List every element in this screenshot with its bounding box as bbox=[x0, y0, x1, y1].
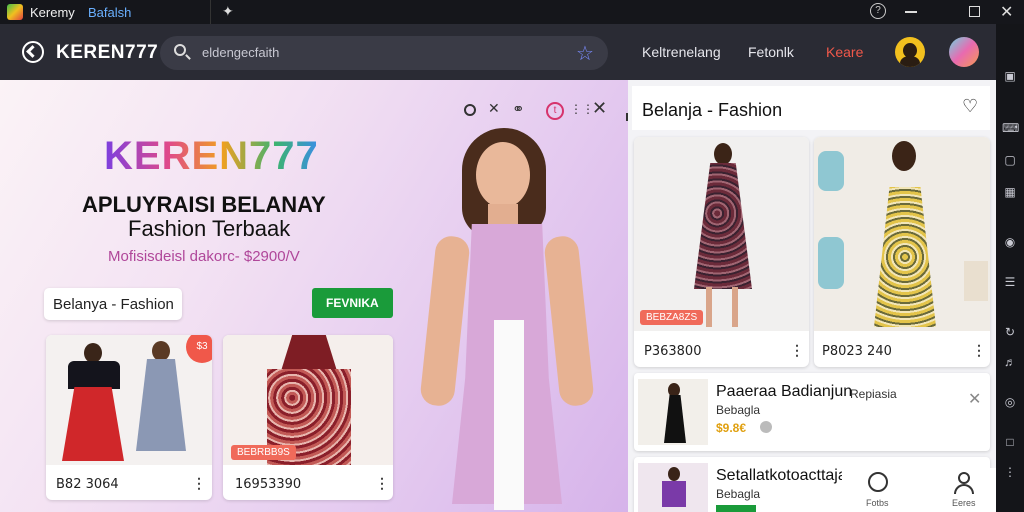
help-circle-icon[interactable]: ? bbox=[870, 3, 886, 19]
category-tag[interactable]: Belanya - Fashion bbox=[44, 288, 182, 320]
product-image bbox=[634, 137, 809, 331]
nav-link-1[interactable]: Keltrenelang bbox=[642, 44, 721, 60]
keyboard-icon[interactable]: ⌨ bbox=[1002, 120, 1019, 136]
minimize-icon[interactable] bbox=[905, 11, 917, 13]
more-options-icon[interactable]: ⋮ bbox=[790, 342, 804, 359]
profile-avatar-icon[interactable] bbox=[949, 37, 979, 67]
product-price: P8023 240 bbox=[822, 344, 892, 359]
list-item-subtitle: Bebagla bbox=[716, 403, 761, 417]
close-icon[interactable]: ✕ bbox=[1000, 2, 1013, 22]
clock-icon bbox=[868, 472, 888, 492]
screen-icon[interactable]: ▢ bbox=[1002, 152, 1018, 168]
list-item-subtitle: Bebagla bbox=[716, 487, 761, 501]
list-item-image bbox=[638, 463, 708, 512]
side-toolbar: ▣ ⌨ ▢ ▦ ◉ ☰ ↻ ♬ ◎ □ ⋮ bbox=[996, 24, 1024, 512]
info-icon bbox=[760, 421, 772, 433]
user-icon bbox=[958, 472, 970, 484]
more-options-icon[interactable]: ⋮ bbox=[972, 342, 986, 359]
bottom-nav-label-1: Fotbs bbox=[866, 498, 889, 508]
search-bar[interactable]: eldengecfaith ☆ bbox=[160, 36, 608, 70]
product-badge: BEBRBB9S bbox=[231, 445, 296, 460]
more-dots-icon[interactable]: ⋮⋮ bbox=[570, 102, 594, 116]
app-header: KEREN777 eldengecfaith ☆ Keltrenelang Fe… bbox=[0, 24, 996, 80]
maximize-icon[interactable] bbox=[969, 6, 980, 17]
panel-header: Belanja - Fashion ♡ bbox=[632, 86, 990, 130]
user-icon-body bbox=[954, 484, 974, 494]
hero-subheadline: Fashion Terbaak bbox=[128, 216, 291, 241]
search-icon-handle bbox=[185, 54, 191, 60]
search-icon[interactable] bbox=[464, 104, 476, 116]
list-item-tag: Repiasia bbox=[850, 387, 897, 401]
shuffle-icon[interactable]: ✕ bbox=[488, 100, 500, 117]
cta-button-label: FEVNIKA bbox=[326, 296, 379, 310]
hero-model-image bbox=[410, 120, 606, 512]
hero-banner: ✕ ⚭ t ⋮⋮ ✕ KEREN777 APLUYRAISI BELANAY F… bbox=[0, 80, 628, 512]
brand-mini-icon[interactable]: t bbox=[546, 102, 564, 120]
app-logo-icon bbox=[7, 4, 23, 20]
pin-icon[interactable]: ✦ bbox=[222, 3, 234, 20]
category-tag-label: Belanya - Fashion bbox=[53, 296, 174, 313]
fashion-panel: Belanja - Fashion ♡ BEBZA8ZS P363800 ⋮ P… bbox=[628, 80, 996, 512]
product-price: 16953390 bbox=[235, 477, 302, 492]
bottom-nav-label-2: Eeres bbox=[952, 498, 976, 508]
list-item-title: Setallatkotoacttaja bbox=[716, 467, 847, 484]
list-item-title: Paaeraa Badianjun bbox=[716, 383, 853, 400]
expand-icon[interactable]: ▣ bbox=[1002, 68, 1018, 84]
folder-icon[interactable]: □ bbox=[1002, 434, 1018, 450]
camera-icon[interactable]: ◎ bbox=[1002, 394, 1018, 410]
more-options-icon[interactable]: ⋮ bbox=[375, 475, 389, 492]
brand-name[interactable]: KEREN777 bbox=[56, 42, 158, 64]
dismiss-icon[interactable]: ✕ bbox=[968, 389, 981, 409]
panel-title: Belanja - Fashion bbox=[642, 100, 783, 120]
product-badge: BEBZA8ZS bbox=[640, 310, 704, 325]
grid-icon[interactable]: ▦ bbox=[1002, 184, 1018, 200]
list-item[interactable]: Paaeraa Badianjun Repiasia Bebagla $9.8€… bbox=[634, 373, 990, 451]
tab-divider bbox=[210, 0, 211, 24]
bottom-nav: Fotbs Eeres bbox=[842, 468, 996, 512]
avatar-icon[interactable] bbox=[895, 37, 925, 67]
list-item-price: $9.8€ bbox=[716, 421, 747, 435]
search-icon bbox=[174, 44, 186, 56]
brand-logo-icon[interactable] bbox=[22, 41, 44, 63]
bottom-nav-item-2[interactable]: Eeres bbox=[950, 472, 980, 510]
search-input[interactable]: eldengecfaith bbox=[202, 45, 279, 60]
list-item-image bbox=[638, 379, 708, 445]
window-subtitle: Bafalsh bbox=[88, 5, 132, 20]
hero-brand-logo: KEREN777 bbox=[104, 134, 319, 178]
nav-link-3[interactable]: Keare bbox=[826, 44, 863, 60]
product-card[interactable]: P8023 240 ⋮ bbox=[814, 137, 990, 367]
bottom-nav-item-1[interactable]: Fotbs bbox=[864, 472, 894, 510]
product-image bbox=[814, 137, 990, 331]
list-item-price-tag bbox=[716, 505, 756, 512]
hero-headline: APLUYRAISI BELANAY bbox=[82, 192, 326, 217]
star-icon[interactable]: ☆ bbox=[576, 41, 594, 66]
rotate-icon[interactable]: ↻ bbox=[1002, 324, 1018, 340]
product-card[interactable]: BEBZA8ZS P363800 ⋮ bbox=[634, 137, 809, 367]
product-price: P363800 bbox=[644, 344, 702, 359]
product-card[interactable]: $3 B82 3064 ⋮ bbox=[46, 335, 212, 500]
record-icon[interactable]: ◉ bbox=[1002, 234, 1018, 250]
more-options-icon[interactable]: ⋮ bbox=[192, 475, 206, 492]
window-titlebar: Keremy Bafalsh ✦ ? ✕ bbox=[0, 0, 1024, 24]
list-icon[interactable]: ☰ bbox=[1002, 274, 1018, 290]
more-icon[interactable]: ⋮ bbox=[1002, 464, 1018, 480]
share-icon[interactable]: ⚭ bbox=[512, 100, 525, 118]
hero-promo: Mofisisdeisl dakorc- $2900/V bbox=[108, 248, 300, 265]
volume-icon[interactable]: ♬ bbox=[1002, 354, 1018, 370]
product-card[interactable]: BEBRBB9S 16953390 ⋮ bbox=[223, 335, 393, 500]
nav-link-2[interactable]: Fetonlk bbox=[748, 44, 794, 60]
favorite-icon[interactable]: ♡ bbox=[962, 96, 978, 117]
close-icon[interactable]: ✕ bbox=[592, 98, 607, 119]
cta-button[interactable]: FEVNIKA bbox=[312, 288, 393, 318]
window-app-name: Keremy bbox=[30, 5, 75, 20]
product-price: B82 3064 bbox=[56, 477, 119, 492]
